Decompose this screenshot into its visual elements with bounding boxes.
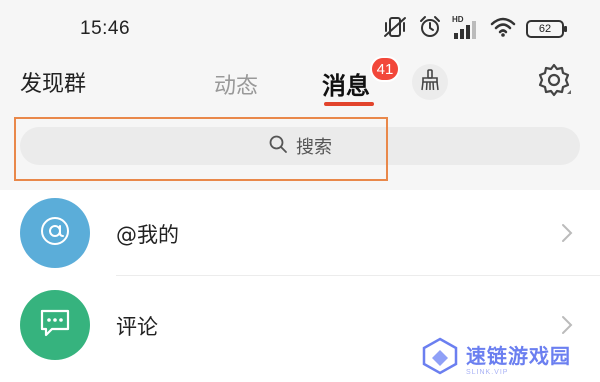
- status-icons: HD 62: [382, 15, 567, 43]
- broom-icon: [419, 69, 441, 95]
- list-item-mentions[interactable]: @我的: [0, 190, 600, 276]
- comment-icon: [38, 307, 72, 343]
- mentions-avatar: [20, 198, 90, 268]
- clear-unread-button[interactable]: [412, 64, 448, 100]
- comments-avatar: [20, 290, 90, 360]
- settings-button[interactable]: [534, 62, 574, 102]
- wifi-icon: [490, 16, 516, 42]
- mute-vibrate-icon: [382, 15, 408, 43]
- unread-count-badge: 41: [370, 56, 400, 82]
- tab-messages[interactable]: 消息: [322, 66, 370, 101]
- discover-groups-link[interactable]: 发现群: [20, 66, 86, 98]
- status-bar: 15:46 HD 62: [0, 0, 600, 58]
- watermark-logo-icon: [420, 336, 460, 380]
- search-highlight-box: [14, 117, 388, 181]
- row-divider: [116, 275, 600, 276]
- gear-icon: [536, 62, 572, 102]
- mentions-label: @我的: [116, 223, 179, 247]
- battery-icon: 62: [526, 20, 567, 38]
- top-navigation: 发现群 动态 消息 41: [0, 56, 600, 108]
- at-icon: [38, 214, 72, 252]
- hd-signal-icon: HD: [452, 15, 480, 41]
- watermark-subtext: SLINK.VIP: [466, 368, 509, 376]
- watermark-text: 速链游戏园: [466, 343, 571, 368]
- status-time: 15:46: [80, 18, 131, 39]
- watermark-text-group: 速链游戏园 SLINK.VIP: [466, 340, 571, 376]
- alarm-icon: [418, 15, 442, 43]
- chevron-right-icon: [558, 220, 576, 246]
- tab-dynamic[interactable]: 动态: [214, 68, 258, 100]
- active-tab-indicator: [324, 102, 374, 106]
- watermark: 速链游戏园 SLINK.VIP: [420, 333, 590, 382]
- comments-label: 评论: [116, 315, 158, 339]
